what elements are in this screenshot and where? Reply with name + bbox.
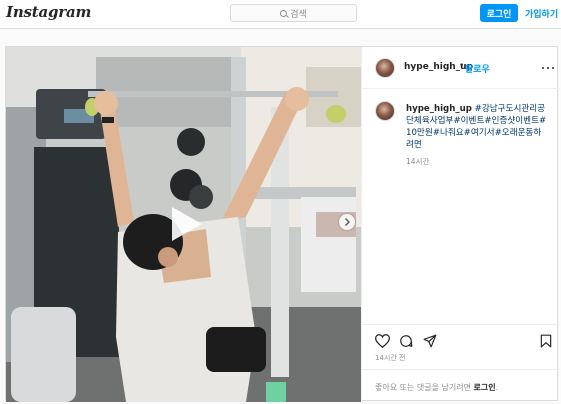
share-icon[interactable]	[423, 333, 437, 352]
signup-link[interactable]: 가입하기	[525, 4, 558, 22]
caption-avatar[interactable]	[375, 101, 395, 121]
avatar[interactable]	[375, 58, 395, 78]
login-prompt-period: .	[495, 383, 499, 392]
post-photo[interactable]	[6, 47, 361, 402]
post-side-panel: hype_high_up • 팔로우 hype_high_up #강남구도시관리…	[361, 47, 560, 402]
login-prompt-bar: 좋아요 또는 댓글을 남기려면 로그인.	[362, 369, 560, 402]
login-prompt-link[interactable]: 로그인	[474, 383, 496, 392]
more-options-icon[interactable]	[542, 67, 554, 71]
comment-icon[interactable]	[399, 333, 413, 352]
caption: hype_high_up #강남구도시관리공단체육사업부#이벤트#인증샷이벤트#…	[406, 103, 548, 151]
post-header: hype_high_up • 팔로우	[362, 47, 560, 89]
play-icon[interactable]	[172, 207, 202, 241]
search-input[interactable]: 검색	[230, 4, 357, 22]
heart-icon[interactable]	[374, 333, 391, 352]
caption-username[interactable]: hype_high_up	[406, 104, 472, 114]
search-icon	[280, 9, 288, 17]
top-nav-bar: Instagram 검색 로그인 가입하기	[0, 0, 561, 29]
caption-time: 14시간	[406, 157, 430, 166]
instagram-logo[interactable]: Instagram	[6, 3, 91, 21]
post-card: hype_high_up • 팔로우 hype_high_up #강남구도시관리…	[5, 46, 560, 402]
search-placeholder: 검색	[290, 9, 307, 20]
login-prompt: 좋아요 또는 댓글을 남기려면 로그인.	[375, 382, 498, 393]
separator-dot: •	[459, 61, 465, 71]
post-timestamp: 14시간 전	[375, 354, 406, 362]
follow-button[interactable]: 팔로우	[465, 62, 490, 75]
action-bar	[362, 324, 560, 354]
login-button[interactable]: 로그인	[480, 4, 518, 22]
bookmark-icon[interactable]	[540, 333, 552, 352]
chevron-right-icon[interactable]	[339, 214, 355, 230]
login-prompt-text: 좋아요 또는 댓글을 남기려면	[375, 383, 471, 392]
